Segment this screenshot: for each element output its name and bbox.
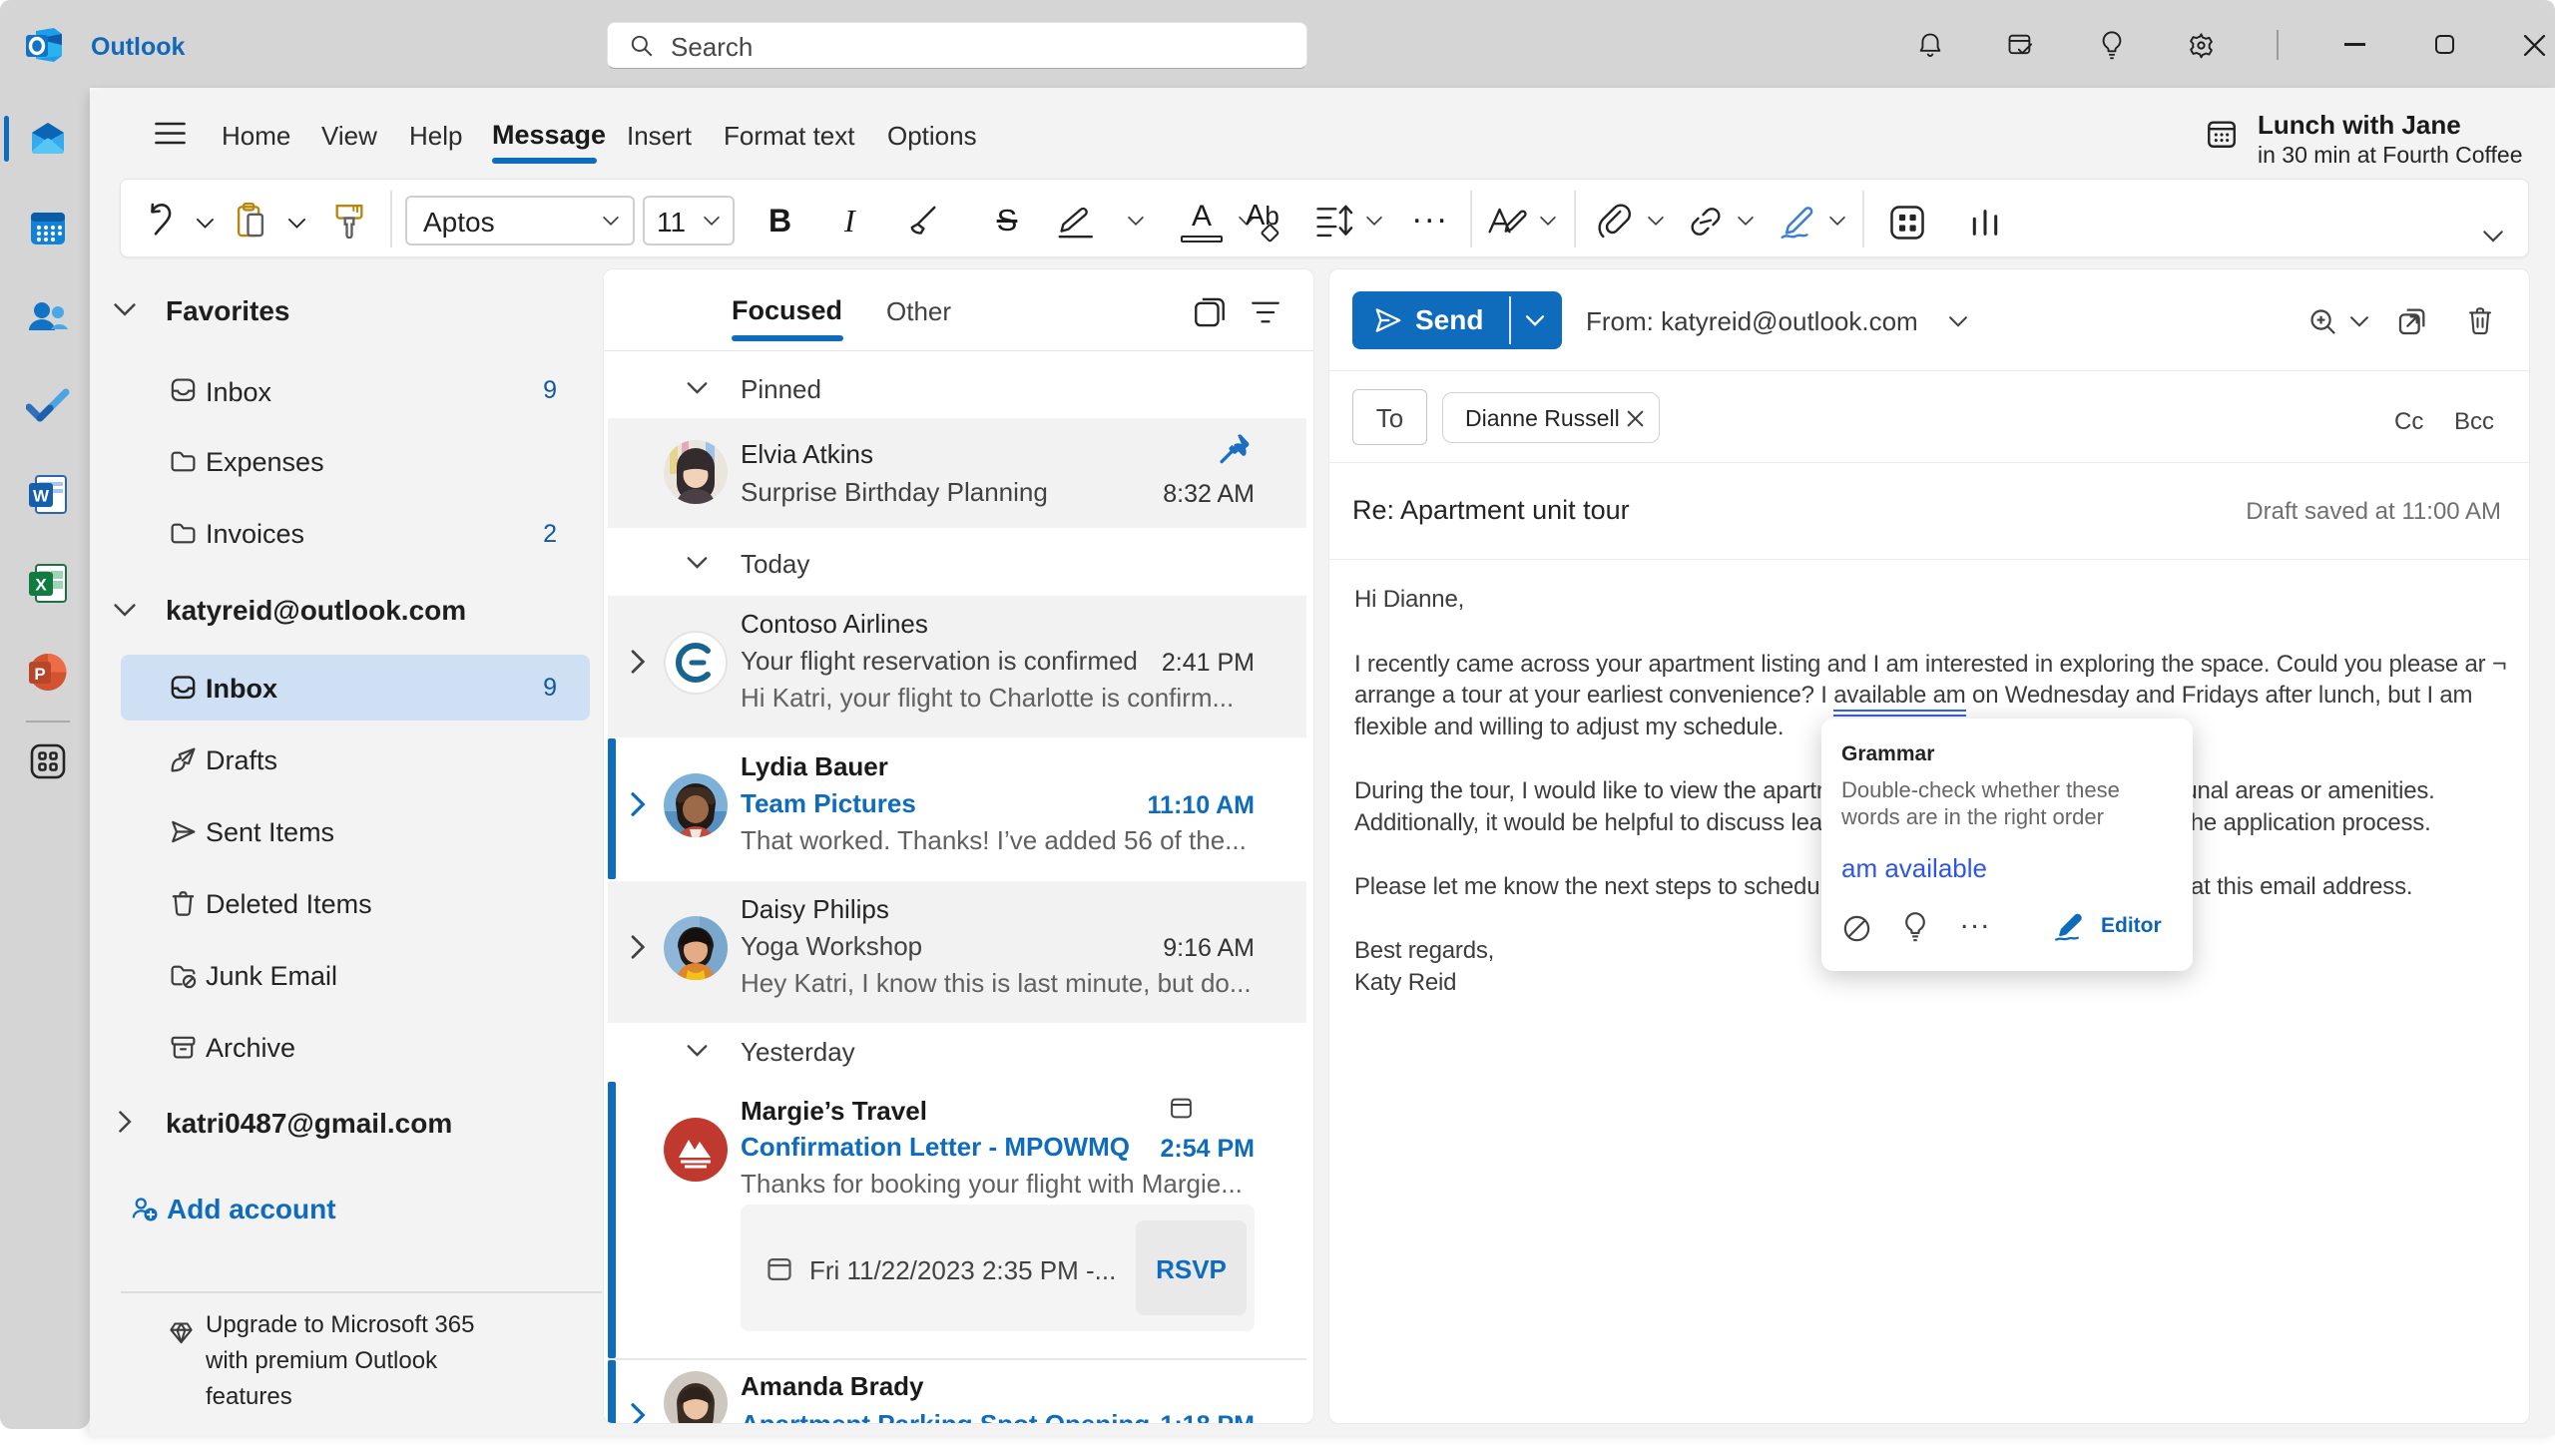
svg-text:W: W	[33, 487, 50, 506]
svg-text:P: P	[34, 665, 45, 684]
svg-text:X: X	[35, 576, 47, 595]
